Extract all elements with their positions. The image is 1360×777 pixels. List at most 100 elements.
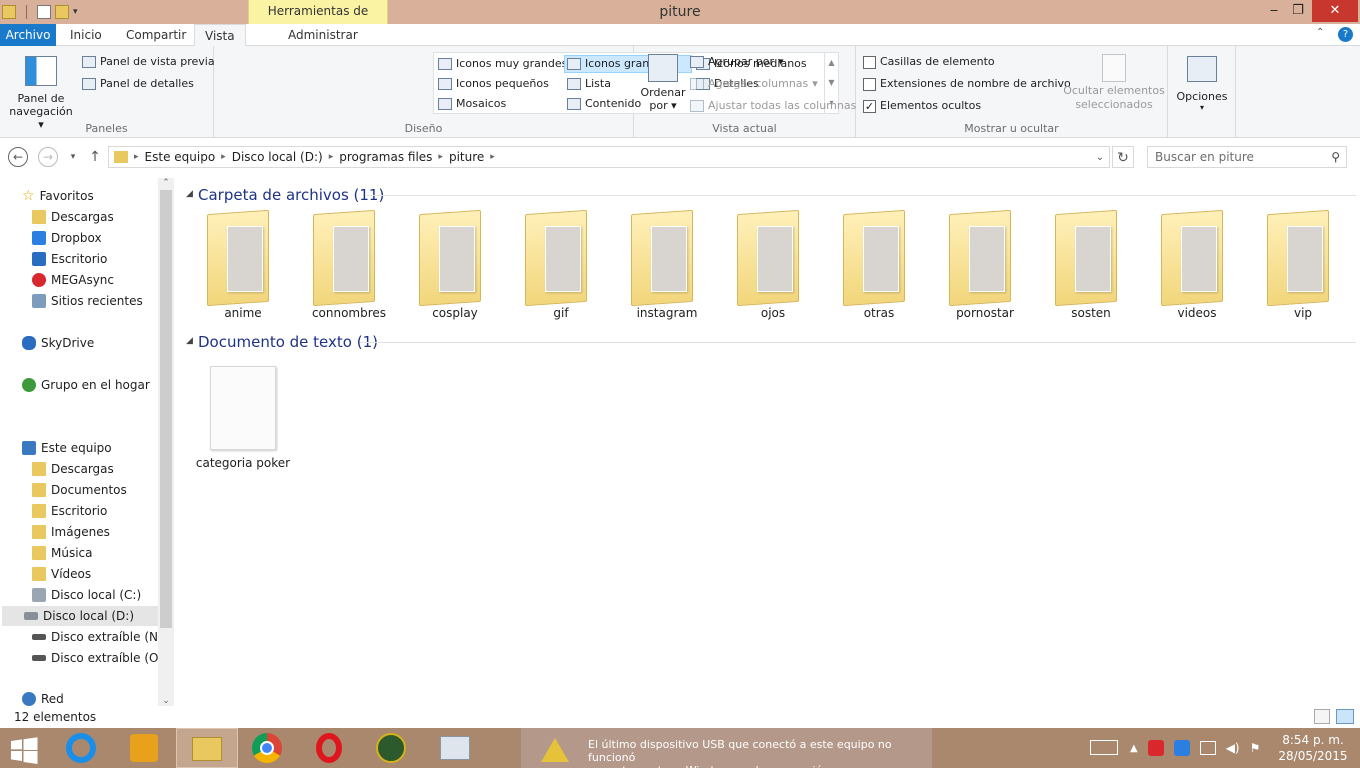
details-pane-button[interactable]: Panel de detalles	[82, 77, 194, 91]
nav-pc-disco-n[interactable]: Disco extraíble (N:)	[32, 627, 167, 647]
nav-fav-dropbox[interactable]: Dropbox	[32, 228, 102, 248]
scrollbar-thumb[interactable]	[160, 190, 172, 628]
breadcrumb-piture[interactable]: piture	[445, 150, 488, 164]
folder-item[interactable]: ojos	[723, 208, 823, 328]
folder-item[interactable]: vip	[1253, 208, 1353, 328]
folder-item[interactable]: gif	[511, 208, 611, 328]
layout-small-icons[interactable]: Iconos pequeños	[438, 77, 549, 91]
layout-content[interactable]: Contenido	[567, 97, 641, 111]
search-input[interactable]: Buscar en piture ⚲	[1147, 146, 1347, 168]
close-button[interactable]: ✕	[1312, 0, 1358, 22]
breadcrumb-disco-d[interactable]: Disco local (D:)	[228, 150, 327, 164]
nav-pc-escritorio[interactable]: Escritorio	[32, 501, 107, 521]
title-bar[interactable]: ▾ Herramientas de imagen piture ‒ ❐ ✕	[0, 0, 1360, 40]
touch-keyboard-icon[interactable]	[1090, 740, 1118, 755]
volume-icon[interactable]: ◀)	[1226, 741, 1240, 755]
collapse-ribbon-icon[interactable]: ⌃	[1316, 27, 1324, 38]
folder-item[interactable]: pornostar	[935, 208, 1035, 328]
item-checkboxes-toggle[interactable]: Casillas de elemento	[863, 55, 995, 69]
collapse-group-icon[interactable]: ◢	[186, 336, 193, 346]
folder-item[interactable]: connombres	[299, 208, 399, 328]
taskbar-internet-explorer[interactable]	[50, 728, 112, 768]
nav-pc-imagenes[interactable]: Imágenes	[32, 522, 110, 542]
add-columns-button[interactable]: Agregar columnas ▾	[690, 77, 818, 91]
nav-fav-escritorio[interactable]: Escritorio	[32, 249, 107, 269]
nav-pc-documentos[interactable]: Documentos	[32, 480, 127, 500]
fit-columns-button[interactable]: Ajustar todas las columnas	[690, 99, 856, 113]
nav-pc-videos[interactable]: Vídeos	[32, 564, 91, 584]
address-dropdown-icon[interactable]: ⌄	[1091, 152, 1109, 163]
folder-item[interactable]: cosplay	[405, 208, 505, 328]
usb-notification[interactable]: El último dispositivo USB que conectó a …	[521, 728, 932, 777]
new-folder-icon[interactable]	[55, 5, 69, 19]
customize-toolbar-icon[interactable]: ▾	[73, 7, 78, 17]
extensions-toggle[interactable]: Extensiones de nombre de archivo	[863, 77, 1071, 91]
layout-list[interactable]: Lista	[567, 77, 611, 91]
taskbar-app[interactable]	[112, 728, 174, 768]
large-icons-view-icon[interactable]	[1336, 709, 1354, 724]
navigation-pane-button[interactable]: Panel de navegación ▾	[8, 52, 74, 131]
forward-icon[interactable]: →	[38, 147, 58, 167]
taskbar-file-explorer[interactable]	[176, 728, 238, 768]
back-icon[interactable]: ←	[8, 147, 28, 167]
maximize-button[interactable]: ❐	[1284, 0, 1312, 22]
nav-fav-sitios-recientes[interactable]: Sitios recientes	[32, 291, 143, 311]
nav-grupo-hogar[interactable]: Grupo en el hogar	[22, 375, 150, 395]
scroll-up-icon[interactable]: ⌃	[158, 178, 174, 188]
hide-selected-button[interactable]: Ocultar elementos seleccionados	[1063, 54, 1165, 112]
hidden-items-toggle[interactable]: ✓ Elementos ocultos	[863, 99, 981, 113]
action-center-flag-icon[interactable]: ⚑	[1250, 741, 1261, 755]
start-button[interactable]	[0, 728, 50, 768]
collapse-group-icon[interactable]: ◢	[186, 189, 193, 199]
nav-fav-descargas[interactable]: Descargas	[32, 207, 114, 227]
up-icon[interactable]: ↑	[84, 146, 106, 168]
dropbox-tray-icon[interactable]	[1173, 740, 1190, 756]
breadcrumb-programas-files[interactable]: programas files	[335, 150, 436, 164]
tab-archivo[interactable]: Archivo	[0, 24, 56, 46]
breadcrumb-este-equipo[interactable]: Este equipo	[141, 150, 220, 164]
nav-favoritos[interactable]: ☆ Favoritos	[22, 186, 94, 206]
refresh-icon[interactable]: ↻	[1112, 146, 1134, 168]
address-bar[interactable]: ▸ Este equipo ▸ Disco local (D:) ▸ progr…	[108, 146, 1110, 168]
nav-pc-disco-d[interactable]: Disco local (D:)	[2, 606, 159, 626]
scroll-down-icon[interactable]: ⌄	[158, 696, 174, 706]
network-tray-icon[interactable]	[1199, 741, 1216, 755]
preview-pane-button[interactable]: Panel de vista previa	[82, 55, 215, 69]
taskbar-app-2[interactable]	[360, 728, 422, 768]
nav-scrollbar[interactable]: ⌃ ⌄	[158, 178, 174, 706]
nav-pc-descargas[interactable]: Descargas	[32, 459, 114, 479]
group-by-button[interactable]: Agrupar por ▾	[690, 55, 784, 69]
layout-tiles[interactable]: Mosaicos	[438, 97, 506, 111]
nav-este-equipo[interactable]: Este equipo	[22, 438, 112, 458]
nav-skydrive[interactable]: SkyDrive	[22, 333, 94, 353]
details-view-icon[interactable]	[1314, 709, 1330, 724]
group-header-documents[interactable]: Documento de texto (1)	[198, 333, 378, 351]
tab-compartir[interactable]: Compartir	[116, 24, 196, 46]
taskbar-chrome[interactable]	[236, 728, 298, 768]
taskbar-opera[interactable]	[298, 728, 360, 768]
tab-inicio[interactable]: Inicio	[60, 24, 112, 46]
help-icon[interactable]: ?	[1338, 27, 1353, 42]
options-button[interactable]: Opciones ▾	[1172, 56, 1232, 112]
properties-icon[interactable]	[37, 5, 51, 19]
show-hidden-icons-icon[interactable]: ▲	[1130, 743, 1138, 754]
folder-icon[interactable]	[2, 5, 16, 19]
sort-by-button[interactable]: Ordenar por ▾	[638, 54, 688, 112]
folder-item[interactable]: instagram	[617, 208, 717, 328]
nav-pc-disco-c[interactable]: Disco local (C:)	[32, 585, 141, 605]
antivirus-icon[interactable]	[1147, 740, 1164, 756]
tab-administrar[interactable]: Administrar	[278, 24, 368, 46]
nav-fav-megasync[interactable]: MEGAsync	[32, 270, 114, 290]
group-header-folders[interactable]: Carpeta de archivos (11)	[198, 186, 384, 204]
clock[interactable]: 8:54 p. m. 28/05/2015	[1272, 732, 1354, 764]
folder-item[interactable]: anime	[193, 208, 293, 328]
folder-item[interactable]: otras	[829, 208, 929, 328]
folder-item[interactable]: sosten	[1041, 208, 1141, 328]
nav-pc-musica[interactable]: Música	[32, 543, 93, 563]
layout-extra-large-icons[interactable]: Iconos muy grandes	[438, 57, 567, 71]
tab-vista[interactable]: Vista	[194, 24, 246, 47]
folder-item[interactable]: videos	[1147, 208, 1247, 328]
nav-pc-disco-o[interactable]: Disco extraíble (O:)	[32, 648, 167, 668]
taskbar-app-3[interactable]	[424, 728, 486, 768]
file-item[interactable]: categoria poker	[193, 366, 293, 486]
